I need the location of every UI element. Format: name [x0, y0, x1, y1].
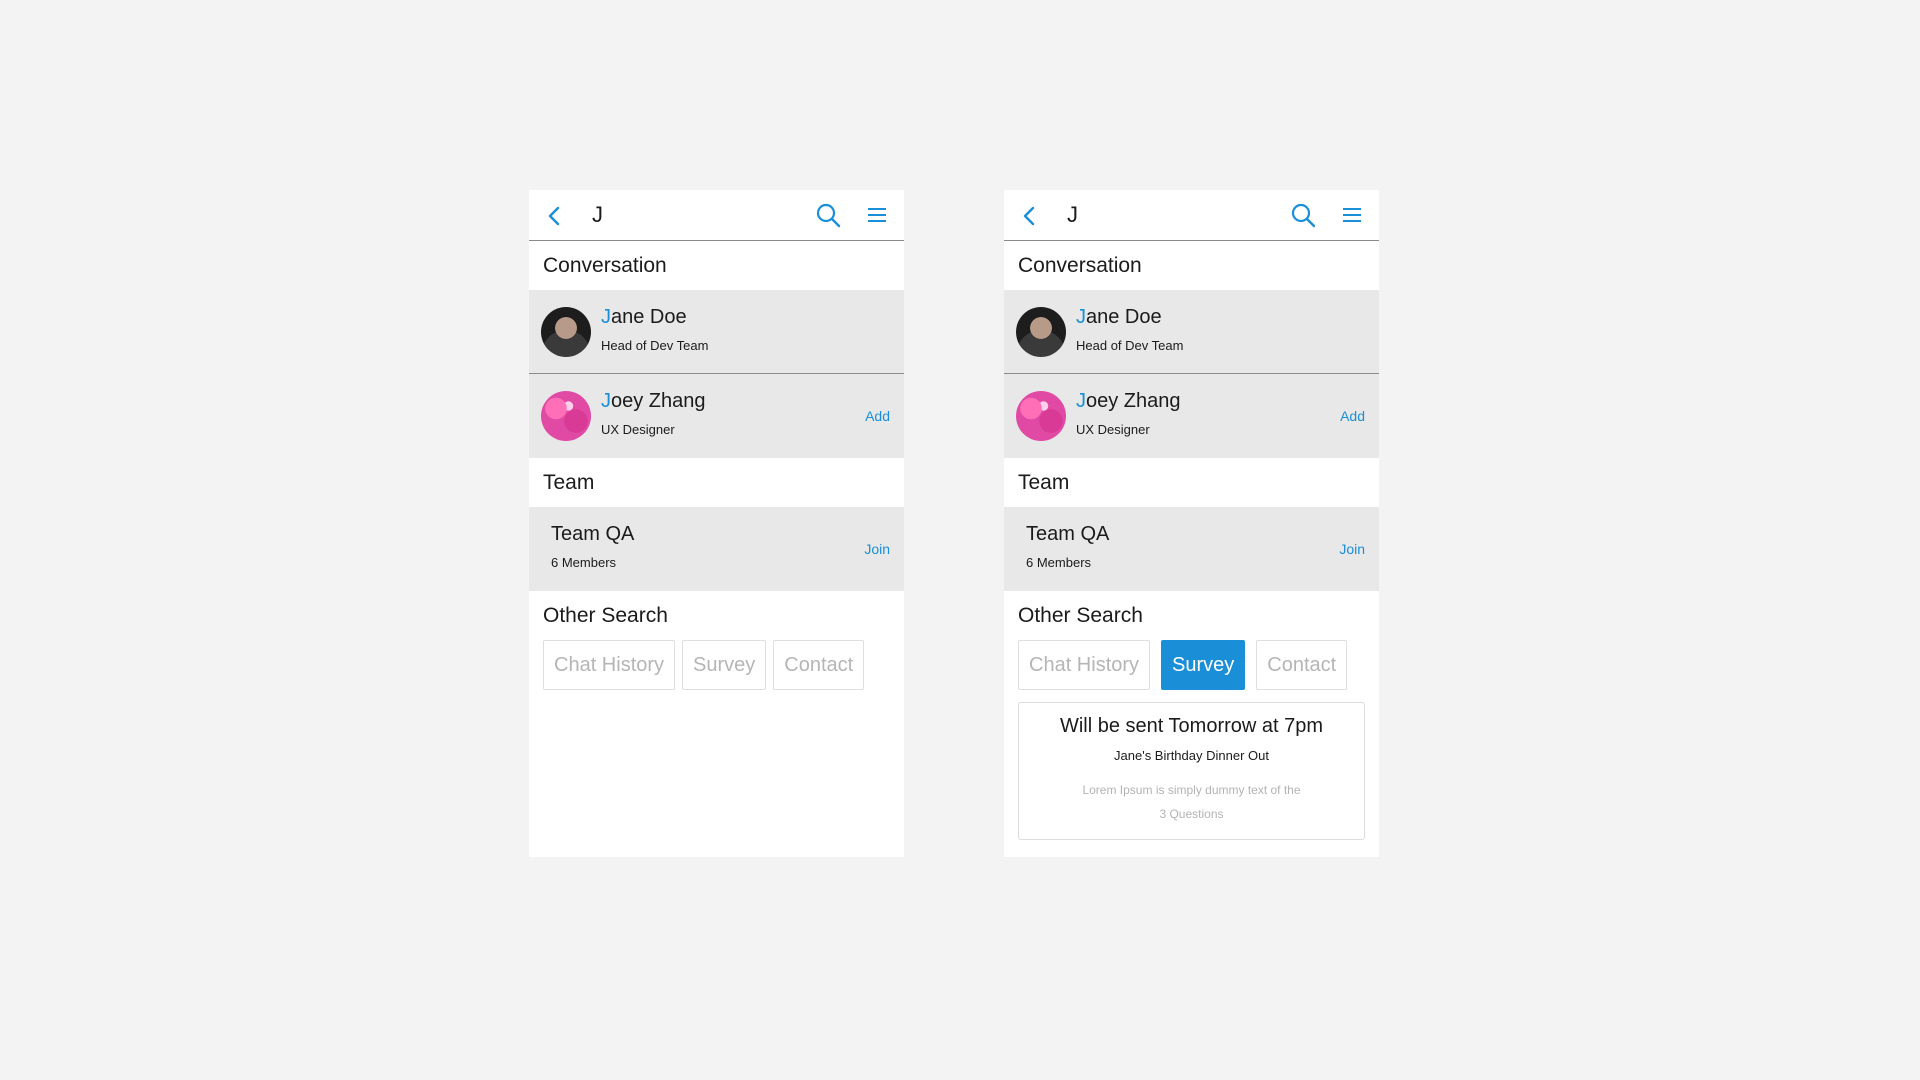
contact-role: Head of Dev Team [601, 338, 709, 353]
contact-name: Jane Doe [601, 306, 687, 329]
section-heading-other-search: Other Search [543, 603, 668, 627]
conversation-item-jane-doe[interactable]: Jane Doe Head of Dev Team [529, 290, 904, 374]
chip-chat-history[interactable]: Chat History [543, 640, 676, 690]
chevron-left-icon[interactable] [1018, 204, 1042, 228]
match-highlight: J [1076, 390, 1086, 412]
avatar [1016, 391, 1066, 441]
search-screen-default: J Conversation Jane Doe Head of Dev Team… [529, 190, 904, 857]
contact-name: Jane Doe [1076, 306, 1162, 329]
name-rest: ane Doe [1086, 306, 1162, 328]
conversation-item-joey-zhang[interactable]: Joey Zhang UX Designer Add [529, 374, 904, 458]
join-button[interactable]: Join [864, 541, 890, 557]
team-name: Team QA [1026, 523, 1110, 545]
team-name: Team QA [551, 523, 635, 545]
section-heading-team: Team [1018, 470, 1070, 494]
avatar [1016, 307, 1066, 357]
search-icon[interactable] [1290, 202, 1316, 228]
contact-role: UX Designer [1076, 422, 1150, 437]
chip-chat-history[interactable]: Chat History [1018, 640, 1151, 690]
chip-survey[interactable]: Survey [682, 640, 767, 690]
add-button[interactable]: Add [865, 408, 890, 424]
contact-role: Head of Dev Team [1076, 338, 1184, 353]
match-highlight: J [601, 390, 611, 412]
search-query[interactable]: J [1067, 202, 1078, 228]
name-rest: oey Zhang [611, 390, 706, 412]
search-icon[interactable] [815, 202, 841, 228]
conversation-item-joey-zhang[interactable]: Joey Zhang UX Designer Add [1004, 374, 1379, 458]
match-highlight: J [1076, 306, 1086, 328]
section-heading-other-search: Other Search [1018, 603, 1143, 627]
search-query[interactable]: J [592, 202, 603, 228]
team-members-count: 6 Members [551, 555, 617, 570]
chevron-left-icon[interactable] [543, 204, 567, 228]
avatar [541, 391, 591, 441]
avatar [541, 307, 591, 357]
section-heading-team: Team [543, 470, 595, 494]
contact-name: Joey Zhang [1076, 390, 1181, 413]
survey-name: Jane's Birthday Dinner Out [1114, 748, 1269, 763]
top-bar: J [529, 190, 904, 241]
chip-contact[interactable]: Contact [1256, 640, 1348, 690]
survey-schedule-title: Will be sent Tomorrow at 7pm [1059, 715, 1324, 737]
name-rest: ane Doe [611, 306, 687, 328]
name-rest: oey Zhang [1086, 390, 1181, 412]
section-heading-conversation: Conversation [543, 253, 667, 277]
hamburger-menu-icon[interactable] [1340, 203, 1364, 227]
survey-description-line: Lorem Ipsum is simply dummy text of the [1082, 783, 1301, 797]
contact-name: Joey Zhang [601, 390, 706, 413]
team-members-count: 6 Members [1026, 555, 1092, 570]
team-item-qa[interactable]: Team QA 6 Members Join [1004, 507, 1379, 591]
add-button[interactable]: Add [1340, 408, 1365, 424]
chip-survey[interactable]: Survey [1161, 640, 1246, 690]
other-search-chips: Chat History Survey Contact [529, 640, 904, 700]
section-heading-conversation: Conversation [1018, 253, 1142, 277]
conversation-item-jane-doe[interactable]: Jane Doe Head of Dev Team [1004, 290, 1379, 374]
team-item-qa[interactable]: Team QA 6 Members Join [529, 507, 904, 591]
hamburger-menu-icon[interactable] [865, 203, 889, 227]
join-button[interactable]: Join [1339, 541, 1365, 557]
chip-contact[interactable]: Contact [773, 640, 865, 690]
contact-role: UX Designer [601, 422, 675, 437]
survey-description: Lorem Ipsum is simply dummy text of the … [1062, 777, 1322, 824]
top-bar: J [1004, 190, 1379, 241]
match-highlight: J [601, 306, 611, 328]
search-screen-survey-selected: J Conversation Jane Doe Head of Dev Team… [1004, 190, 1379, 857]
survey-question-count: 3 Questions [1159, 807, 1224, 821]
survey-result-card[interactable]: Will be sent Tomorrow at 7pm Jane's Birt… [1018, 702, 1365, 840]
other-search-chips: Chat History Survey Contact [1004, 640, 1379, 700]
